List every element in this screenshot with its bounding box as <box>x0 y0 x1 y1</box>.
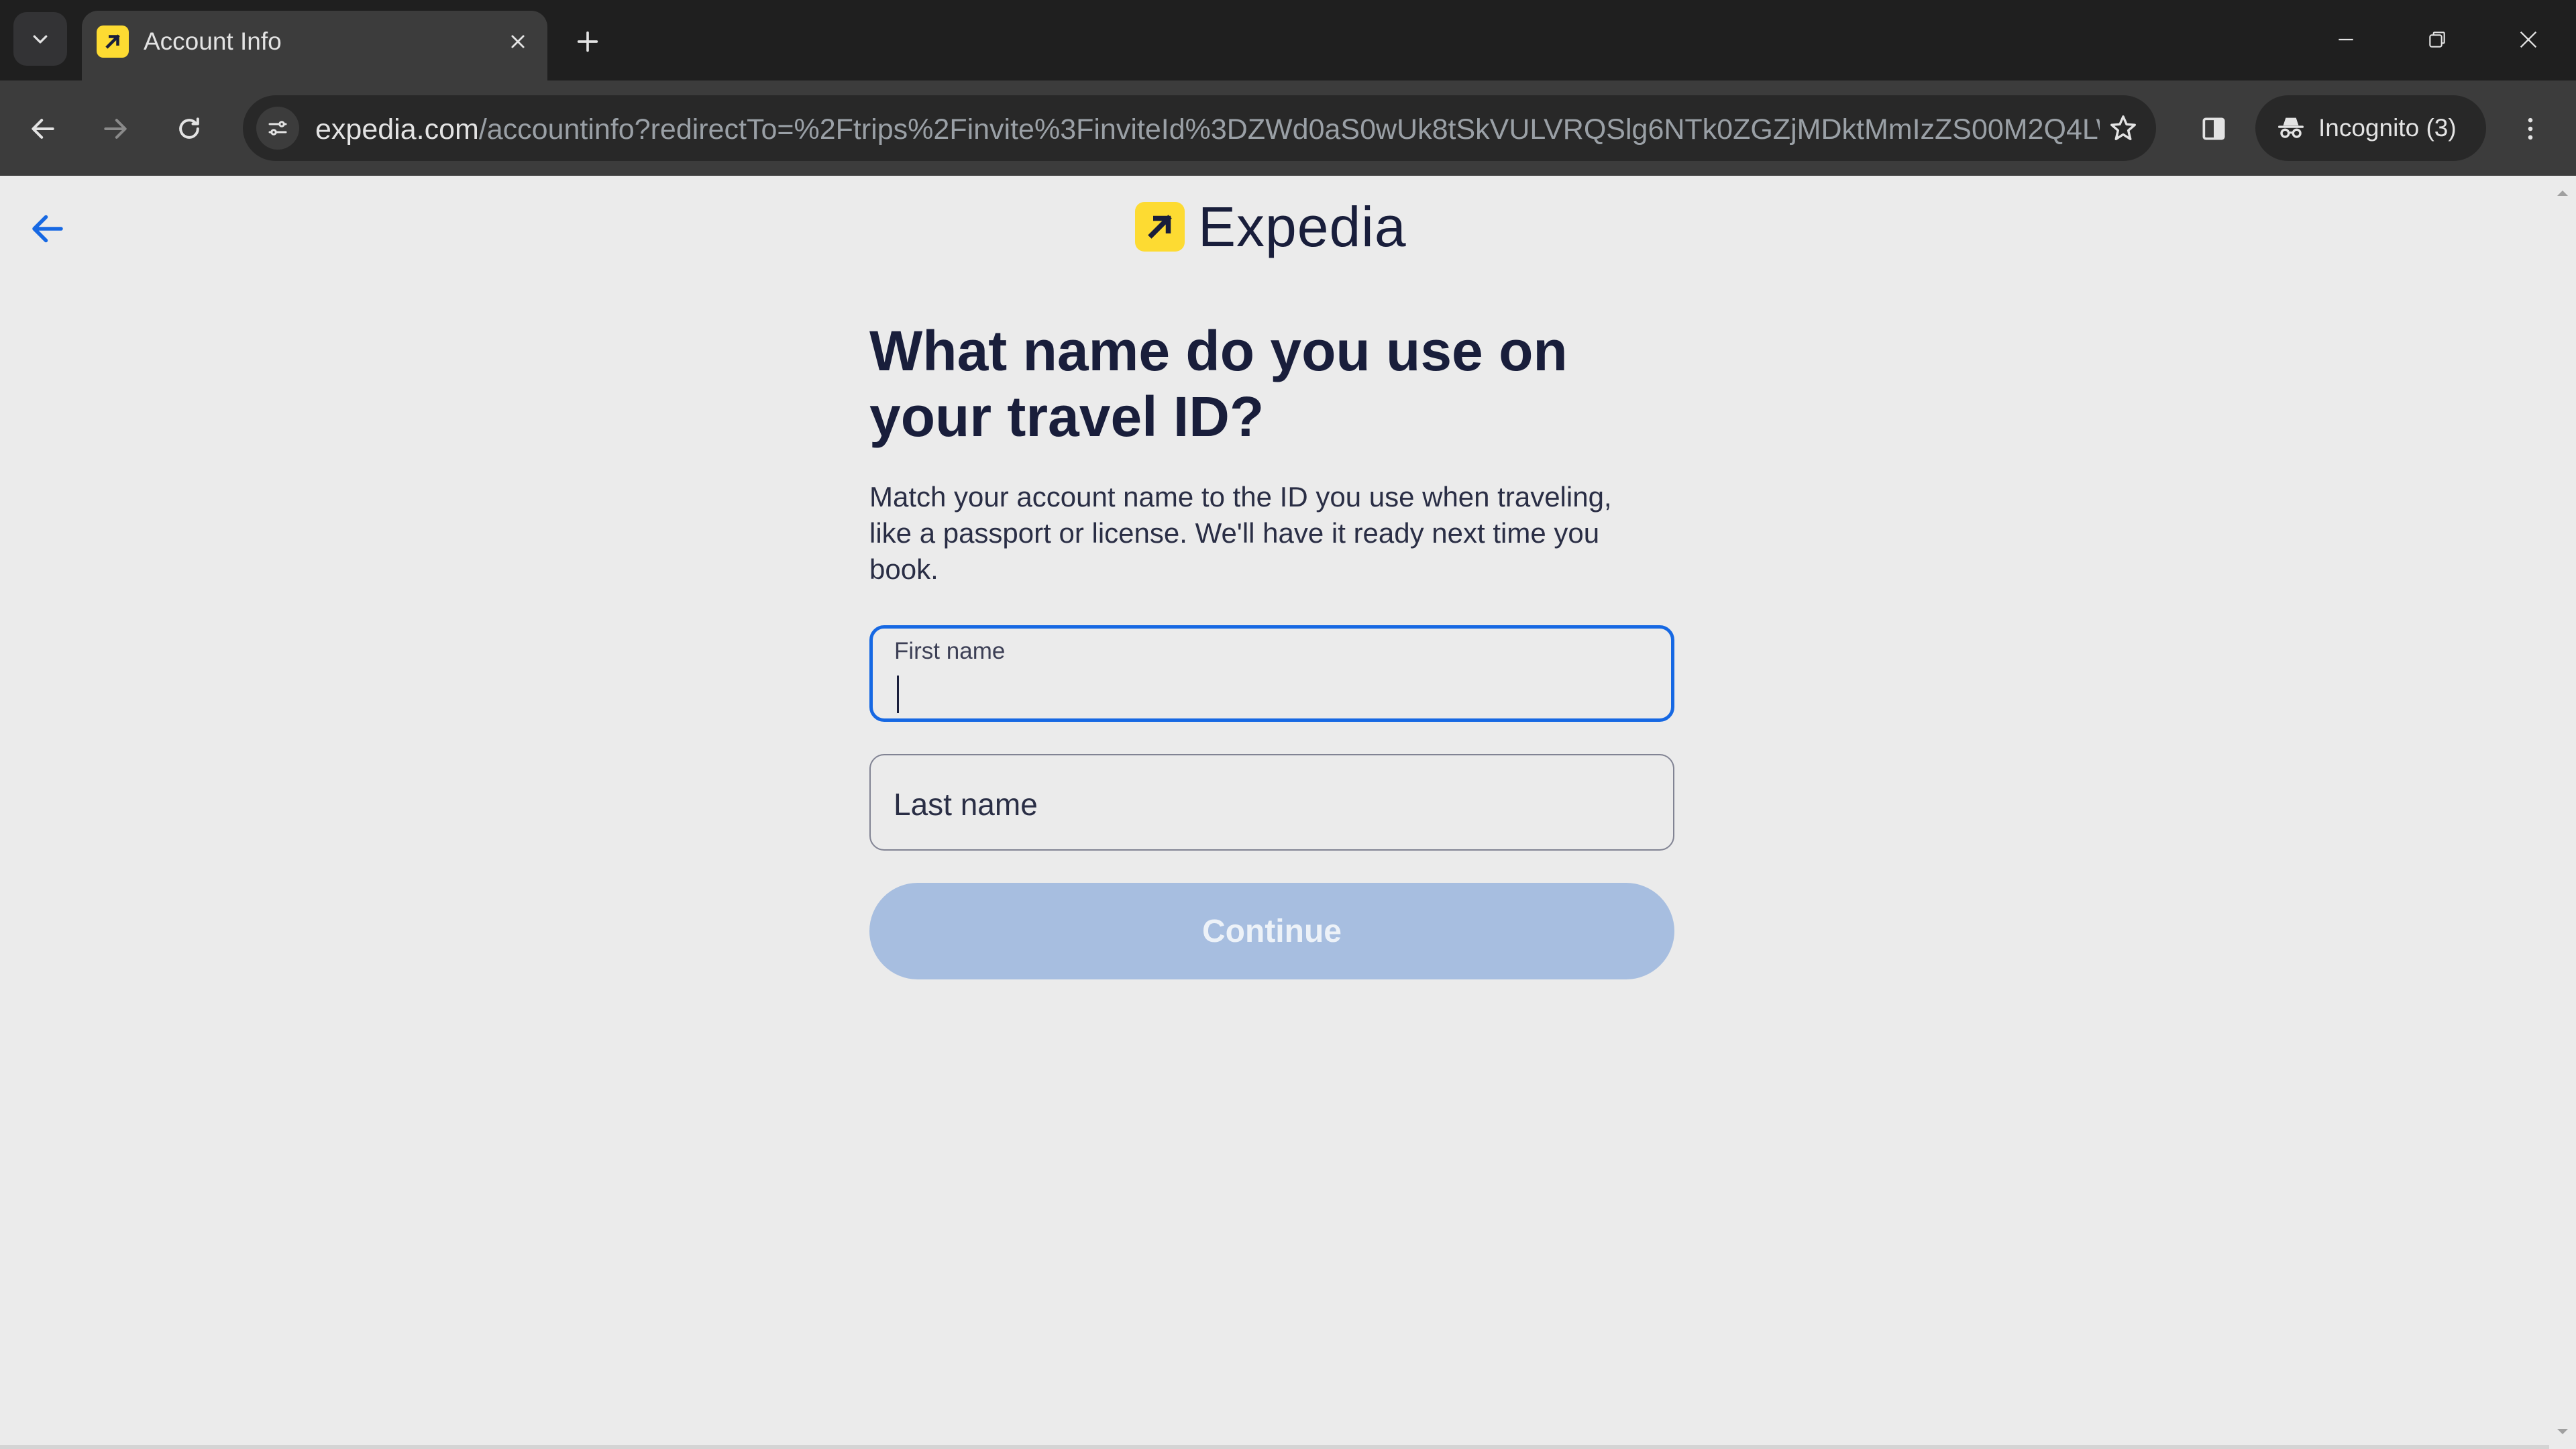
window-close-button[interactable] <box>2505 16 2552 63</box>
scroll-up-arrow-icon[interactable] <box>2555 185 2571 201</box>
last-name-field[interactable]: Last name <box>869 754 1674 851</box>
arrow-left-icon <box>32 119 54 139</box>
side-panel-button[interactable] <box>2190 105 2238 153</box>
logo-text: Expedia <box>1198 195 1407 258</box>
minimize-button[interactable] <box>2322 16 2369 63</box>
tab-title: Account Info <box>144 28 282 55</box>
incognito-label: Incognito (3) <box>2318 114 2457 142</box>
tab-strip: Account Info <box>0 0 2576 80</box>
name-form: What name do you use on your travel ID? … <box>869 318 1674 979</box>
arrow-right-icon <box>104 119 127 139</box>
continue-button[interactable]: Continue <box>869 883 1674 979</box>
minimize-icon <box>2339 38 2353 41</box>
restore-icon <box>2429 32 2445 48</box>
plus-icon <box>577 31 598 52</box>
arrow-left-icon <box>32 215 63 243</box>
page-back-button[interactable] <box>24 205 71 252</box>
url-host: expedia.com <box>315 113 479 146</box>
active-tab[interactable]: Account Info <box>82 11 547 80</box>
tune-icon <box>268 121 287 136</box>
site-info-button[interactable] <box>256 107 299 150</box>
close-icon <box>511 35 525 48</box>
incognito-icon <box>2278 117 2304 138</box>
scroll-down-arrow-icon[interactable] <box>2555 1424 2571 1440</box>
chevron-down-icon <box>33 35 48 44</box>
first-name-field[interactable]: First name <box>869 625 1674 722</box>
page-description: Match your account name to the ID you us… <box>869 481 1612 585</box>
address-bar[interactable]: expedia.com/accountinfo?redirectTo=%2Ftr… <box>243 95 2156 161</box>
forward-button[interactable] <box>90 103 141 154</box>
star-icon <box>2110 115 2136 141</box>
scrollbar[interactable] <box>2549 176 2576 1449</box>
text-cursor <box>897 676 899 713</box>
browser-menu-button[interactable] <box>2506 105 2555 153</box>
reload-button[interactable] <box>164 103 215 154</box>
tab-search-button[interactable] <box>13 12 67 66</box>
bookmark-button[interactable] <box>2104 109 2143 148</box>
kebab-menu-icon <box>2528 117 2533 140</box>
page-viewport: Expedia What name do you use on your tra… <box>0 176 2576 1449</box>
horizontal-scrollbar[interactable] <box>0 1445 2549 1449</box>
window-close-icon <box>2520 31 2537 48</box>
expedia-logo-mark-icon <box>1135 202 1185 252</box>
first-name-label: First name <box>894 638 1006 664</box>
side-panel-icon <box>2202 117 2225 140</box>
browser-toolbar: expedia.com/accountinfo?redirectTo=%2Ftr… <box>0 80 2576 176</box>
url-path: /accountinfo?redirectTo=%2Ftrips%2Finvit… <box>478 113 2100 146</box>
new-tab-button[interactable] <box>569 23 606 60</box>
expedia-favicon-icon <box>97 25 129 58</box>
expedia-logo[interactable]: Expedia <box>1135 195 1407 259</box>
back-button[interactable] <box>17 103 68 154</box>
reload-icon <box>179 117 199 139</box>
last-name-label: Last name <box>894 787 1038 822</box>
incognito-indicator[interactable]: Incognito (3) <box>2255 95 2486 161</box>
page-title: What name do you use on your travel ID? <box>869 319 1568 448</box>
restore-button[interactable] <box>2414 16 2461 63</box>
tab-close-button[interactable] <box>503 27 533 56</box>
url-text[interactable]: expedia.com/accountinfo?redirectTo=%2Ftr… <box>315 113 2100 146</box>
